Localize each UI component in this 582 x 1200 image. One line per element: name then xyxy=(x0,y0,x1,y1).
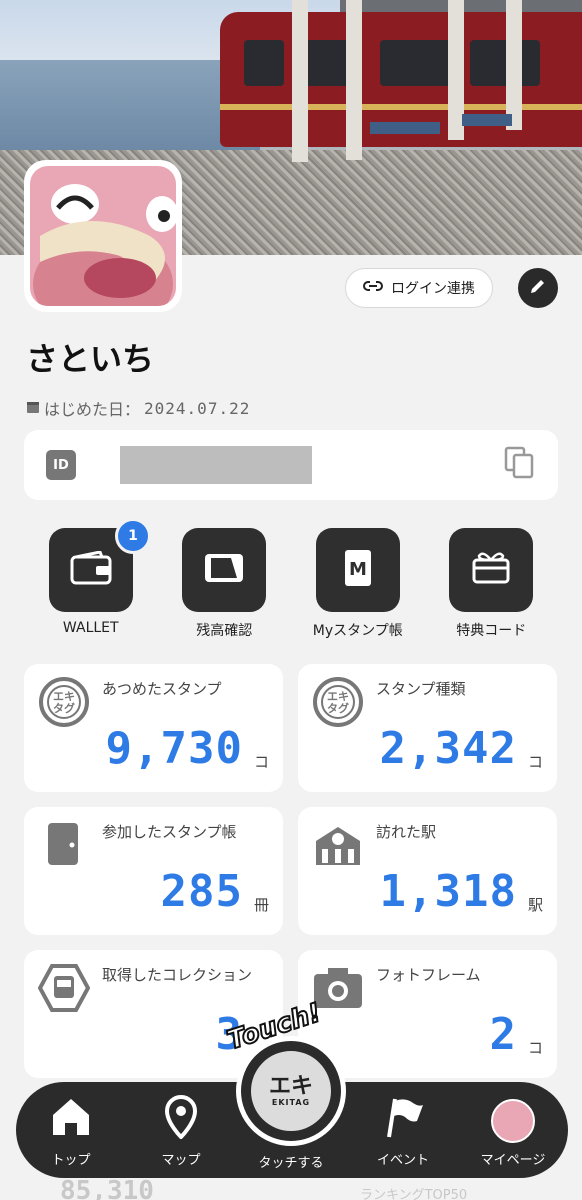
start-date-value: 2024.07.22 xyxy=(144,398,251,418)
id-badge: ID xyxy=(46,450,76,480)
stamp-book-action[interactable]: M Myスタンプ帳 xyxy=(291,528,425,640)
calendar-icon xyxy=(26,399,40,418)
stat-label: あつめたスタンプ xyxy=(102,680,222,698)
stamp-book-label: Myスタンプ帳 xyxy=(312,623,403,639)
book-icon xyxy=(38,819,90,871)
camera-icon xyxy=(312,962,364,1014)
stat-collected-stamps[interactable]: エキ タグ あつめたスタンプ 9,730 コ xyxy=(24,664,283,792)
stat-label: 取得したコレクション xyxy=(102,966,253,984)
train-hexagon-icon xyxy=(37,962,91,1014)
wallet-notification-badge: 1 xyxy=(115,518,151,554)
stat-unit: 駅 xyxy=(527,896,543,914)
nav-mypage[interactable]: マイページ xyxy=(458,1099,568,1168)
stat-label: 参加したスタンプ帳 xyxy=(102,823,237,841)
login-link-button[interactable]: ログイン連携 xyxy=(345,268,493,308)
stat-stamp-types[interactable]: エキ タグ スタンプ種類 2,342 コ xyxy=(298,664,557,792)
nav-mypage-label: マイページ xyxy=(480,1153,546,1168)
user-id-value-redacted xyxy=(120,446,312,484)
stamp-book-button[interactable]: M xyxy=(315,528,400,612)
benefit-code-button[interactable] xyxy=(449,528,534,612)
svg-text:タグ: タグ xyxy=(53,701,75,715)
stat-label: スタンプ種類 xyxy=(376,680,466,698)
ekitag-stamp-icon: エキ タグ xyxy=(38,676,90,728)
stat-unit: コ xyxy=(527,1039,543,1057)
copy-icon[interactable] xyxy=(504,446,536,484)
center-logo-bottom: EKITAG xyxy=(271,1097,311,1107)
benefit-code-action[interactable]: 特典コード xyxy=(425,528,559,640)
nav-map-label: マップ xyxy=(161,1153,201,1168)
quick-actions: 1 WALLET 残高確認 M Myスタンプ帳 特典コード xyxy=(24,518,559,640)
nav-touch-label: タッチする xyxy=(258,1156,324,1171)
stat-unit: コ xyxy=(253,753,269,771)
card-icon xyxy=(203,552,245,588)
svg-text:タグ: タグ xyxy=(327,701,349,715)
login-link-label: ログイン連携 xyxy=(391,281,475,297)
start-date-label: はじめた日： xyxy=(44,400,141,419)
stat-unit: 冊 xyxy=(253,896,269,914)
stat-photo-frames[interactable]: フォトフレーム 2 コ xyxy=(298,950,557,1078)
stat-visited-stations[interactable]: 訪れた駅 1,318 駅 xyxy=(298,807,557,935)
link-icon xyxy=(363,280,383,296)
gift-icon xyxy=(471,550,511,590)
ekitag-touch-icon: エキ EKITAG xyxy=(247,1047,335,1135)
balance-button[interactable] xyxy=(182,528,267,612)
map-pin-icon xyxy=(159,1094,203,1143)
benefit-code-label: 特典コード xyxy=(456,623,527,639)
stat-label: 訪れた駅 xyxy=(376,823,437,841)
nav-top-label: トップ xyxy=(51,1153,91,1168)
stat-collections[interactable]: 取得したコレクション 3 xyxy=(24,950,283,1078)
ranking-label-partial: ランキングTOP50 xyxy=(360,1188,468,1200)
wallet-label: WALLET xyxy=(62,620,119,636)
nav-event[interactable]: イベント xyxy=(348,1095,458,1168)
stat-unit: コ xyxy=(527,753,543,771)
user-name: さといち xyxy=(26,340,155,378)
nav-touch-button[interactable]: エキ EKITAG xyxy=(236,1036,346,1146)
nav-event-label: イベント xyxy=(376,1153,429,1168)
start-date: はじめた日： 2024.07.22 xyxy=(26,396,250,420)
stat-joined-stamp-books[interactable]: 参加したスタンプ帳 285 冊 xyxy=(24,807,283,935)
stamp-book-icon: M xyxy=(343,548,373,592)
flag-icon xyxy=(381,1095,425,1143)
stat-value: 2 xyxy=(489,1009,517,1060)
stat-label: フォトフレーム xyxy=(376,966,481,984)
edit-profile-button[interactable] xyxy=(518,268,558,308)
balance-action[interactable]: 残高確認 xyxy=(158,528,292,640)
pencil-icon xyxy=(529,277,547,299)
ekitag-stamp-icon: エキ タグ xyxy=(312,676,364,728)
wallet-action[interactable]: 1 WALLET xyxy=(24,518,158,640)
stat-value: 1,318 xyxy=(379,866,517,917)
balance-label: 残高確認 xyxy=(196,623,253,639)
home-icon xyxy=(49,1095,93,1143)
nav-map[interactable]: マップ xyxy=(126,1094,236,1168)
avatar-icon xyxy=(491,1099,535,1143)
user-id-card: ID xyxy=(24,430,558,500)
svg-text:M: M xyxy=(349,559,367,580)
ranking-value-partial: 85,310 xyxy=(60,1176,154,1200)
wallet-icon xyxy=(70,550,112,589)
stat-value: 9,730 xyxy=(105,723,243,774)
profile-avatar xyxy=(24,160,182,312)
stat-value: 285 xyxy=(160,866,243,917)
stat-value: 2,342 xyxy=(379,723,517,774)
station-icon xyxy=(312,819,364,871)
center-logo-top: エキ xyxy=(268,1073,313,1099)
nav-top[interactable]: トップ xyxy=(16,1095,126,1168)
